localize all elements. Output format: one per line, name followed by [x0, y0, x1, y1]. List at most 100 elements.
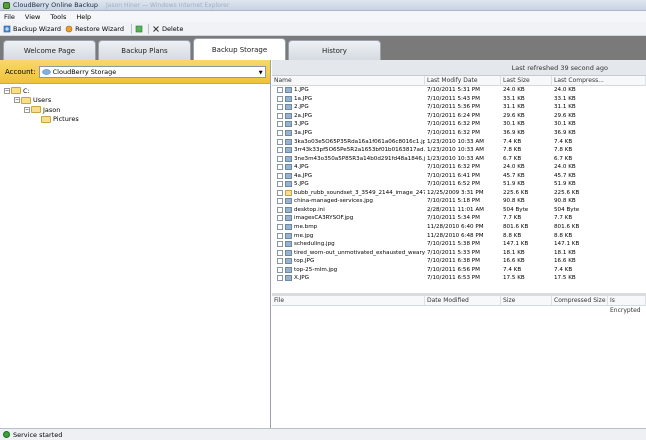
file-size: 6.7 KB	[503, 155, 522, 162]
file-row[interactable]: 4.JPG 7/10/2011 6:32 PM 24.0 KB 24.0 KB	[272, 163, 646, 172]
file-row[interactable]: 1a.JPG 7/10/2011 5:43 PM 33.1 KB 33.1 KB	[272, 95, 646, 104]
file-name: top.JPG	[294, 258, 315, 265]
file-row[interactable]: 2a.JPG 7/10/2011 6:24 PM 29.6 KB 29.6 KB	[272, 112, 646, 121]
folder-icon	[11, 87, 21, 95]
file-checkbox[interactable]	[277, 249, 283, 256]
tab-history[interactable]: History	[288, 40, 381, 60]
file-checkbox[interactable]	[277, 121, 283, 128]
file-size: 17.5 KB	[503, 275, 525, 282]
file-row[interactable]: me.bmp 11/28/2010 6:40 PM 801.6 KB 801.6 KB	[272, 223, 646, 232]
column-compressed[interactable]: Last Compress...	[552, 75, 646, 86]
file-row[interactable]: me.jpg 11/28/2010 6:48 PM 8.8 KB 8.8 KB	[272, 231, 646, 240]
file-checkbox[interactable]	[277, 189, 283, 196]
file-checkbox[interactable]	[277, 164, 283, 171]
file-modified: 7/10/2011 6:38 PM	[427, 258, 480, 265]
file-compressed: 7.4 KB	[554, 266, 573, 273]
file-checkbox[interactable]	[277, 232, 283, 239]
column-compressed-size[interactable]: Compressed Size	[552, 295, 608, 306]
column-modified[interactable]: Last Modify Date	[425, 75, 501, 86]
file-checkbox[interactable]	[277, 181, 283, 188]
file-row[interactable]: desktop.ini 2/28/2011 11:01 AM 504 Byte 504…	[272, 206, 646, 215]
account-label: Account:	[5, 67, 36, 76]
file-row[interactable]: 5.JPG 7/10/2011 6:52 PM 51.9 KB 51.9 KB	[272, 180, 646, 189]
file-checkbox[interactable]	[277, 215, 283, 222]
delete-button[interactable]: Delete	[152, 25, 183, 33]
file-row[interactable]: top.JPG 7/10/2011 6:38 PM 16.6 KB 16.6 KB	[272, 257, 646, 266]
file-row[interactable]: 3.JPG 7/10/2011 6:32 PM 30.1 KB 30.1 KB	[272, 120, 646, 129]
column-date-modified[interactable]: Date Modified	[425, 295, 501, 306]
archive-icon	[285, 189, 292, 196]
file-name: 4.JPG	[294, 164, 309, 171]
file-name: 3.JPG	[294, 121, 309, 128]
column-file[interactable]: File	[272, 295, 425, 306]
column-size[interactable]: Last Size	[501, 75, 552, 86]
menu-tools[interactable]: Tools	[50, 13, 66, 21]
backup-wizard-button[interactable]: Backup Wizard	[3, 25, 61, 33]
file-checkbox[interactable]	[277, 198, 283, 205]
chevron-down-icon[interactable]: ▼	[259, 70, 263, 76]
file-checkbox[interactable]	[277, 258, 283, 265]
file-size: 24.0 KB	[503, 87, 525, 94]
title-bar: CloudBerry Online Backup Jason Hiner — W…	[0, 0, 646, 11]
file-checkbox[interactable]	[277, 87, 283, 94]
file-checkbox[interactable]	[277, 147, 283, 154]
file-checkbox[interactable]	[277, 206, 283, 213]
tab-backup-storage[interactable]: Backup Storage	[193, 38, 286, 60]
refresh-icon[interactable]	[135, 25, 143, 33]
tab-welcome-page[interactable]: Welcome Page	[3, 40, 96, 60]
file-modified: 7/10/2011 5:38 PM	[427, 241, 480, 248]
tab-backup-plans[interactable]: Backup Plans	[98, 40, 191, 60]
file-checkbox[interactable]	[277, 112, 283, 119]
file-checkbox[interactable]	[277, 224, 283, 231]
file-row[interactable]: 1.JPG 7/10/2011 5:31 PM 24.0 KB 24.0 KB	[272, 86, 646, 95]
file-checkbox[interactable]	[277, 275, 283, 282]
tree-item-c[interactable]: − C:	[0, 86, 270, 96]
file-checkbox[interactable]	[277, 172, 283, 179]
menu-view[interactable]: View	[25, 13, 40, 21]
collapse-icon[interactable]: −	[14, 97, 20, 104]
file-row[interactable]: imagesCA3RYSOF.jpg 7/10/2011 5:34 PM 7.7 K…	[272, 214, 646, 223]
restore-wizard-button[interactable]: Restore Wizard	[65, 25, 124, 33]
menu-file[interactable]: File	[4, 13, 15, 21]
collapse-icon[interactable]: −	[4, 87, 10, 94]
file-name: top-25-mlm.jpg	[294, 266, 338, 273]
file-modified: 12/25/2009 3:31 PM	[427, 189, 484, 196]
file-row[interactable]: china-managed-services.jpg 7/10/2011 5:18…	[272, 197, 646, 206]
column-name[interactable]: Name	[272, 75, 425, 86]
file-compressed: 90.8 KB	[554, 198, 576, 205]
file-checkbox[interactable]	[277, 95, 283, 102]
file-checkbox[interactable]	[277, 130, 283, 136]
file-checkbox[interactable]	[277, 266, 283, 273]
window-title: CloudBerry Online Backup	[13, 1, 99, 9]
file-row[interactable]: bubb_rubb_soundset_3_3549_2144_image_247…	[272, 189, 646, 198]
file-row[interactable]: 3ne3m43o350a5P85R3a14b0d291fd48a1846.jpg…	[272, 154, 646, 163]
menu-help[interactable]: Help	[76, 13, 91, 21]
column-is-encrypted[interactable]: Is Encrypted	[608, 295, 646, 314]
column-size[interactable]: Size	[501, 295, 552, 306]
file-compressed: 36.9 KB	[554, 130, 576, 136]
app-logo-icon	[3, 1, 10, 9]
file-name: 2a.JPG	[294, 112, 313, 119]
file-checkbox[interactable]	[277, 104, 283, 111]
file-row[interactable]: top-25-mlm.jpg 7/10/2011 6:56 PM 7.4 KB 7.4…	[272, 265, 646, 274]
file-row[interactable]: 4a.JPG 7/10/2011 6:41 PM 45.7 KB 45.7 KB	[272, 171, 646, 180]
file-row[interactable]: 2.JPG 7/10/2011 5:36 PM 31.1 KB 31.1 KB	[272, 103, 646, 112]
file-row[interactable]: 3a.JPG 7/10/2011 6:32 PM 36.9 KB 36.9 KB	[272, 129, 646, 138]
file-row[interactable]: 3ka3o03e5O65P35Rda16a1f061a06c8016c1.jpg…	[272, 137, 646, 146]
file-checkbox[interactable]	[277, 241, 283, 248]
file-row[interactable]: tired_worn-out_unmotivated_exhausted_wea…	[272, 248, 646, 257]
tree-item-users[interactable]: − Users	[0, 96, 270, 106]
file-checkbox[interactable]	[277, 155, 283, 162]
file-row[interactable]: X.JPG 7/10/2011 6:53 PM 17.5 KB 17.5 KB	[272, 274, 646, 283]
tree-item-jason[interactable]: − Jason	[0, 105, 270, 115]
tree-item-pictures[interactable]: Pictures	[0, 115, 270, 125]
file-checkbox[interactable]	[277, 138, 283, 145]
restore-wizard-label: Restore Wizard	[75, 24, 124, 33]
image-file-icon	[285, 104, 292, 111]
file-name: 4a.JPG	[294, 172, 313, 179]
file-row[interactable]: scheduling.jpg 7/10/2011 5:38 PM 147.1 KB 1…	[272, 240, 646, 249]
collapse-icon[interactable]: −	[24, 106, 30, 113]
file-row[interactable]: 3rr43k33pf5O65Pe5R2a1653bf01b0163817ad.j…	[272, 146, 646, 155]
account-select[interactable]: CloudBerry Storage ▼	[38, 65, 266, 78]
folder-tree: − C: − Users − Jason Pictures	[0, 84, 270, 124]
